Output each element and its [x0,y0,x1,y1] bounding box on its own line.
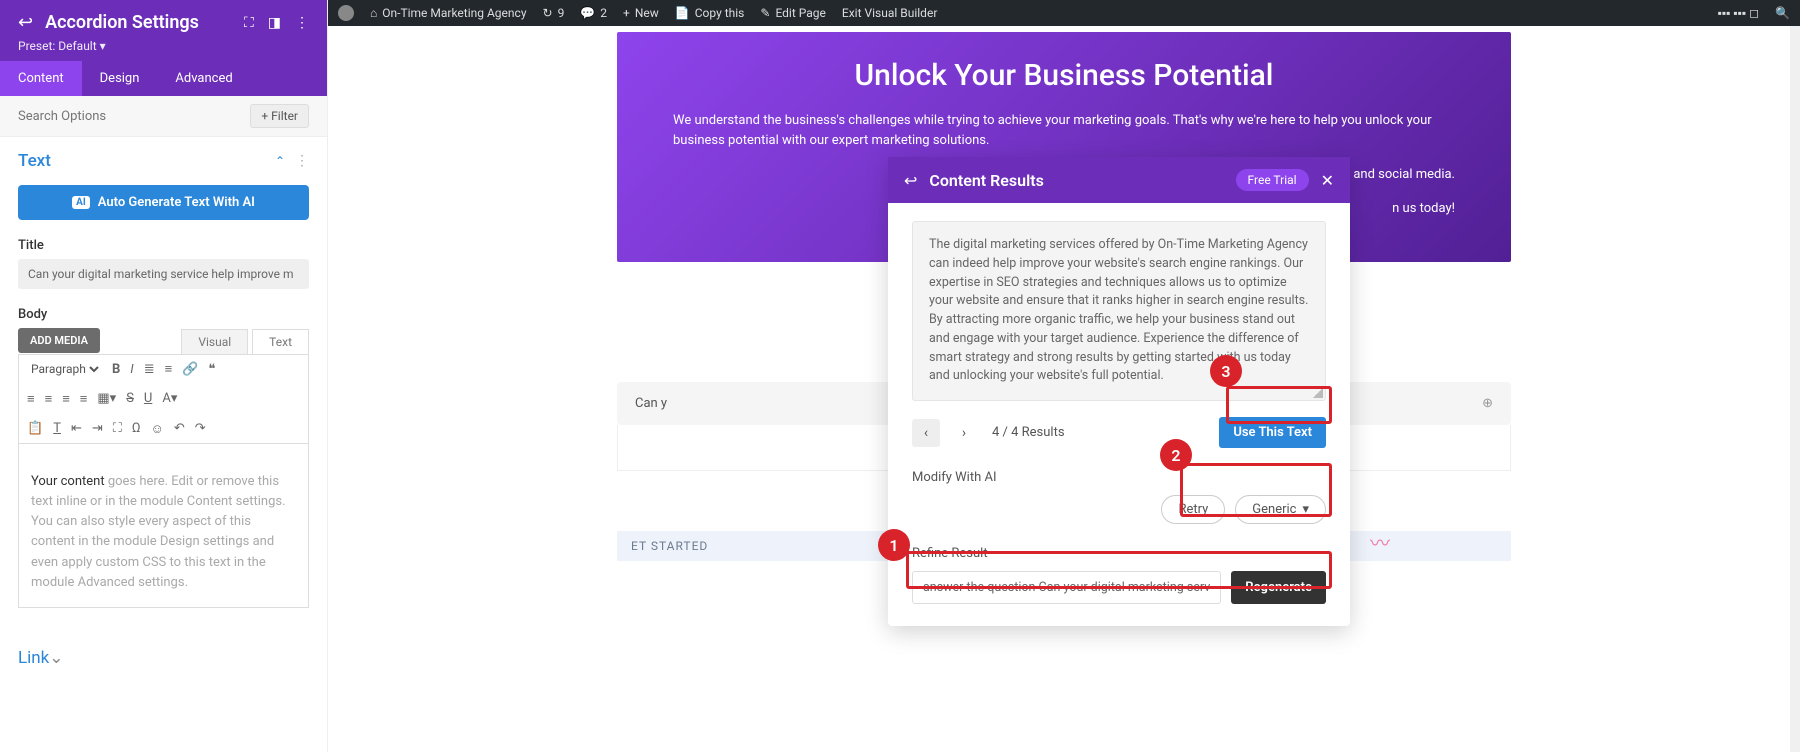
strike-icon[interactable]: S [126,391,134,407]
tab-advanced[interactable]: Advanced [157,61,250,96]
wp-admin-bar: ⌂ On-Time Marketing Agency ↻ 9 💬 2 + New… [328,0,1800,26]
add-media-button[interactable]: ADD MEDIA [18,328,100,353]
ai-button-label: Auto Generate Text With AI [98,195,255,210]
copy-this[interactable]: 📄 Copy this [675,6,745,20]
sidebar-title: Accordion Settings [45,12,232,33]
editor-text-solid: Your content [31,474,108,489]
site-name[interactable]: ⌂ On-Time Marketing Agency [370,6,527,20]
ai-badge-icon: AI [72,196,90,209]
table-icon[interactable]: ▦▾ [97,391,116,407]
text-section-label: Text [18,151,51,171]
modal-body: The digital marketing services offered b… [888,203,1350,626]
bold-icon[interactable]: B [112,362,120,377]
pager-row: ‹ › 4 / 4 Results Use This Text [912,417,1326,448]
textcolor-icon[interactable]: A▾ [162,391,177,407]
search-icon[interactable]: 🔍 [1775,6,1790,20]
expand-icon[interactable]: ⛶ [244,15,254,31]
exit-visual-builder[interactable]: Exit Visual Builder [842,6,938,20]
get-started-label: ET STARTED [631,539,708,553]
editor-text-placeholder: goes here. Edit or remove this text inli… [31,474,286,590]
search-input[interactable] [18,109,250,124]
emoji-icon[interactable]: ☺ [151,421,164,437]
sidebar-header: ↩ Accordion Settings ⛶ ◨ ⋮ Preset: Defau… [0,0,327,61]
use-this-text-button[interactable]: Use This Text [1219,417,1326,448]
plus-icon: ⊕ [1482,396,1493,411]
panel-icon[interactable]: ◨ [268,15,281,31]
align-left-icon[interactable]: ≡ [27,391,35,407]
clear-icon[interactable]: T [53,421,61,437]
modal-title: Content Results [929,171,1223,190]
editor-content[interactable]: Your content goes here. Edit or remove t… [18,444,309,608]
indent-icon[interactable]: ⇥ [92,421,103,437]
retry-button[interactable]: Retry [1161,495,1225,524]
ol-icon[interactable]: ≡ [165,361,173,377]
section-more-icon[interactable]: ⋮ [295,153,309,169]
new-button[interactable]: + New [623,6,659,20]
regenerate-button[interactable]: Regenerate [1231,571,1326,604]
redo-icon[interactable]: ↷ [195,421,206,437]
settings-sidebar: ↩ Accordion Settings ⛶ ◨ ⋮ Preset: Defau… [0,0,328,752]
edit-page[interactable]: ✎ Edit Page [760,6,826,20]
modal-header: ↩ Content Results Free Trial ✕ [888,157,1350,203]
preset-selector[interactable]: Preset: Default ▾ [18,39,309,53]
align-justify-icon[interactable]: ≡ [80,391,88,407]
refine-row: Regenerate [912,571,1326,604]
modify-row: Retry Generic ▾ [912,495,1326,524]
auto-generate-ai-button[interactable]: AI Auto Generate Text With AI [18,185,309,220]
back-icon[interactable]: ↩ [18,12,33,33]
chevron-down-icon: ⌄ [49,648,63,668]
generic-dropdown[interactable]: Generic ▾ [1235,495,1326,524]
pager-label: 4 / 4 Results [992,425,1065,440]
format-select[interactable]: Paragraph [27,361,102,377]
refine-result-label: Refine Result [912,546,1326,561]
italic-icon[interactable]: I [130,362,133,377]
modify-with-ai-label: Modify With AI [912,470,1326,485]
title-input[interactable] [18,259,309,289]
prev-result-button[interactable]: ‹ [912,419,940,447]
search-row: + Filter [0,96,327,137]
close-icon[interactable]: ✕ [1321,171,1334,190]
editor-toolbar: Paragraph B I ≣ ≡ 🔗 ❝ ≡ ≡ ≡ ≡ ▦▾ S U A▾ … [18,354,309,444]
user-menu[interactable]: ▪▪▪ ▪▪▪ ◻ [1718,6,1759,20]
paste-icon[interactable]: 📋 [27,421,43,437]
filter-button[interactable]: + Filter [250,104,309,128]
underline-icon[interactable]: U [144,391,152,407]
link-section-label: Link [18,648,49,668]
sidebar-tabs: Content Design Advanced [0,61,327,96]
editor-tab-text[interactable]: Text [252,329,309,354]
more-icon[interactable]: ⋮ [295,15,309,31]
editor-tab-visual[interactable]: Visual [181,329,248,354]
omega-icon[interactable]: Ω [132,421,141,437]
wave-icon: 〰 [1370,527,1391,556]
hero-title: Unlock Your Business Potential [673,58,1455,93]
fullscreen-icon[interactable]: ⛶ [113,421,122,437]
main-area: ⌂ On-Time Marketing Agency ↻ 9 💬 2 + New… [328,0,1800,752]
free-trial-badge[interactable]: Free Trial [1236,169,1309,191]
refresh-count[interactable]: ↻ 9 [543,6,565,20]
quote-icon[interactable]: ❝ [208,362,215,377]
ul-icon[interactable]: ≣ [144,362,155,377]
comments-count[interactable]: 💬 2 [580,6,607,20]
title-label: Title [18,238,309,253]
hero-paragraph-1: We understand the business's challenges … [673,111,1455,151]
next-result-button[interactable]: › [950,419,978,447]
wp-logo-icon[interactable] [338,5,354,21]
tab-design[interactable]: Design [82,61,158,96]
result-text[interactable]: The digital marketing services offered b… [912,221,1326,401]
undo-icon[interactable]: ↶ [174,421,185,437]
content-results-modal: ↩ Content Results Free Trial ✕ The digit… [888,157,1350,626]
refine-input[interactable] [912,571,1221,604]
link-icon[interactable]: 🔗 [182,362,198,377]
link-section-head[interactable]: Link ⌄ [18,648,309,668]
modal-back-icon[interactable]: ↩ [904,171,917,190]
outdent-icon[interactable]: ⇤ [71,421,82,437]
align-center-icon[interactable]: ≡ [45,391,53,407]
body-label: Body [18,307,309,322]
tab-content[interactable]: Content [0,61,82,96]
main-scrollbar[interactable] [1790,26,1800,752]
align-right-icon[interactable]: ≡ [62,391,70,407]
chevron-up-icon: ⌃ [275,154,285,168]
section-body: Text ⌃ ⋮ AI Auto Generate Text With AI T… [0,137,327,752]
text-section-head[interactable]: Text ⌃ ⋮ [18,151,309,171]
